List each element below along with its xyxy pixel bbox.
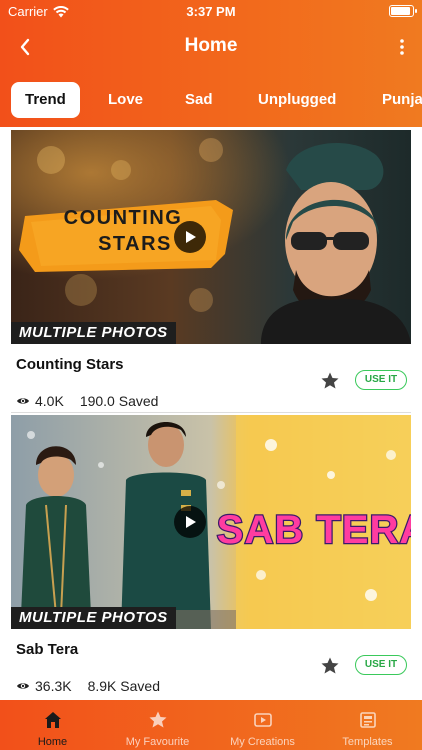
use-it-button[interactable]: USE IT — [355, 655, 407, 675]
video-icon — [254, 713, 272, 727]
status-bar: Carrier 3:37 PM — [0, 0, 422, 22]
more-vertical-icon — [400, 39, 404, 55]
star-icon[interactable] — [320, 656, 340, 676]
navbar: Home — [0, 22, 422, 72]
play-button[interactable] — [174, 221, 206, 253]
header: Carrier 3:37 PM Home Trend Love Sad Unpl… — [0, 0, 422, 127]
tab-my-favourite-label: My Favourite — [125, 736, 190, 748]
use-it-button[interactable]: USE IT — [355, 370, 407, 390]
template-card: SAB TERA MULTIPLE PHOTOS Sab Tera USE IT… — [0, 412, 422, 697]
thumbnail-image: SAB TERA — [11, 415, 411, 629]
tab-unplugged[interactable]: Unplugged — [258, 82, 336, 118]
tab-love[interactable]: Love — [108, 82, 143, 118]
tab-punjabi[interactable]: Punja — [382, 82, 422, 118]
view-count: 4.0K — [35, 393, 64, 409]
play-icon — [186, 231, 196, 243]
page-title: Home — [184, 35, 238, 56]
thumbnail-image: COUNTING STARS — [11, 130, 411, 344]
eye-icon — [17, 398, 29, 404]
star-icon — [149, 711, 167, 728]
view-count: 36.3K — [35, 678, 72, 694]
multiple-photos-label: MULTIPLE PHOTOS — [11, 607, 176, 629]
tab-my-favourite[interactable]: My Favourite — [105, 700, 210, 750]
template-title: Sab Tera — [16, 641, 79, 658]
tab-trend[interactable]: Trend — [11, 82, 80, 118]
app-root: Carrier 3:37 PM Home Trend Love Sad Unpl… — [0, 0, 422, 750]
svg-text:SAB TERA: SAB TERA — [217, 508, 411, 552]
more-button[interactable] — [396, 34, 408, 60]
template-feed: COUNTING STARS MULTIPLE PHOTOS Counting … — [0, 127, 422, 700]
saved-count: 8.9K Saved — [87, 678, 160, 694]
template-stats: 36.3K 8.9K Saved — [16, 678, 160, 694]
status-time: 3:37 PM — [186, 4, 236, 19]
template-stats: 4.0K 190.0 Saved — [16, 393, 158, 409]
play-icon — [186, 516, 196, 528]
category-tabs: Trend Love Sad Unplugged Punja — [0, 80, 422, 120]
battery-icon — [389, 5, 417, 17]
templates-icon — [360, 712, 376, 728]
home-icon — [45, 712, 61, 728]
svg-text:COUNTING: COUNTING — [64, 207, 183, 229]
tab-home-label: Home — [37, 736, 68, 748]
tab-templates[interactable]: Templates — [315, 700, 420, 750]
eye-icon — [17, 683, 29, 689]
saved-count: 190.0 Saved — [79, 393, 159, 409]
star-icon[interactable] — [320, 371, 340, 391]
svg-text:STARS: STARS — [98, 233, 172, 255]
template-thumbnail[interactable]: SAB TERA MULTIPLE PHOTOS — [11, 415, 411, 629]
tab-templates-label: Templates — [342, 736, 393, 748]
template-thumbnail[interactable]: COUNTING STARS MULTIPLE PHOTOS — [11, 130, 411, 344]
tab-home[interactable]: Home — [0, 700, 105, 750]
tab-my-creations[interactable]: My Creations — [210, 700, 315, 750]
multiple-photos-label: MULTIPLE PHOTOS — [11, 322, 176, 344]
template-title: Counting Stars — [16, 356, 124, 373]
bottom-tab-bar: Home My Favourite My Creations Templates — [0, 700, 422, 750]
play-button[interactable] — [174, 506, 206, 538]
tab-my-creations-label: My Creations — [230, 736, 295, 748]
template-card: COUNTING STARS MULTIPLE PHOTOS Counting … — [0, 127, 422, 413]
tab-sad[interactable]: Sad — [185, 82, 213, 118]
